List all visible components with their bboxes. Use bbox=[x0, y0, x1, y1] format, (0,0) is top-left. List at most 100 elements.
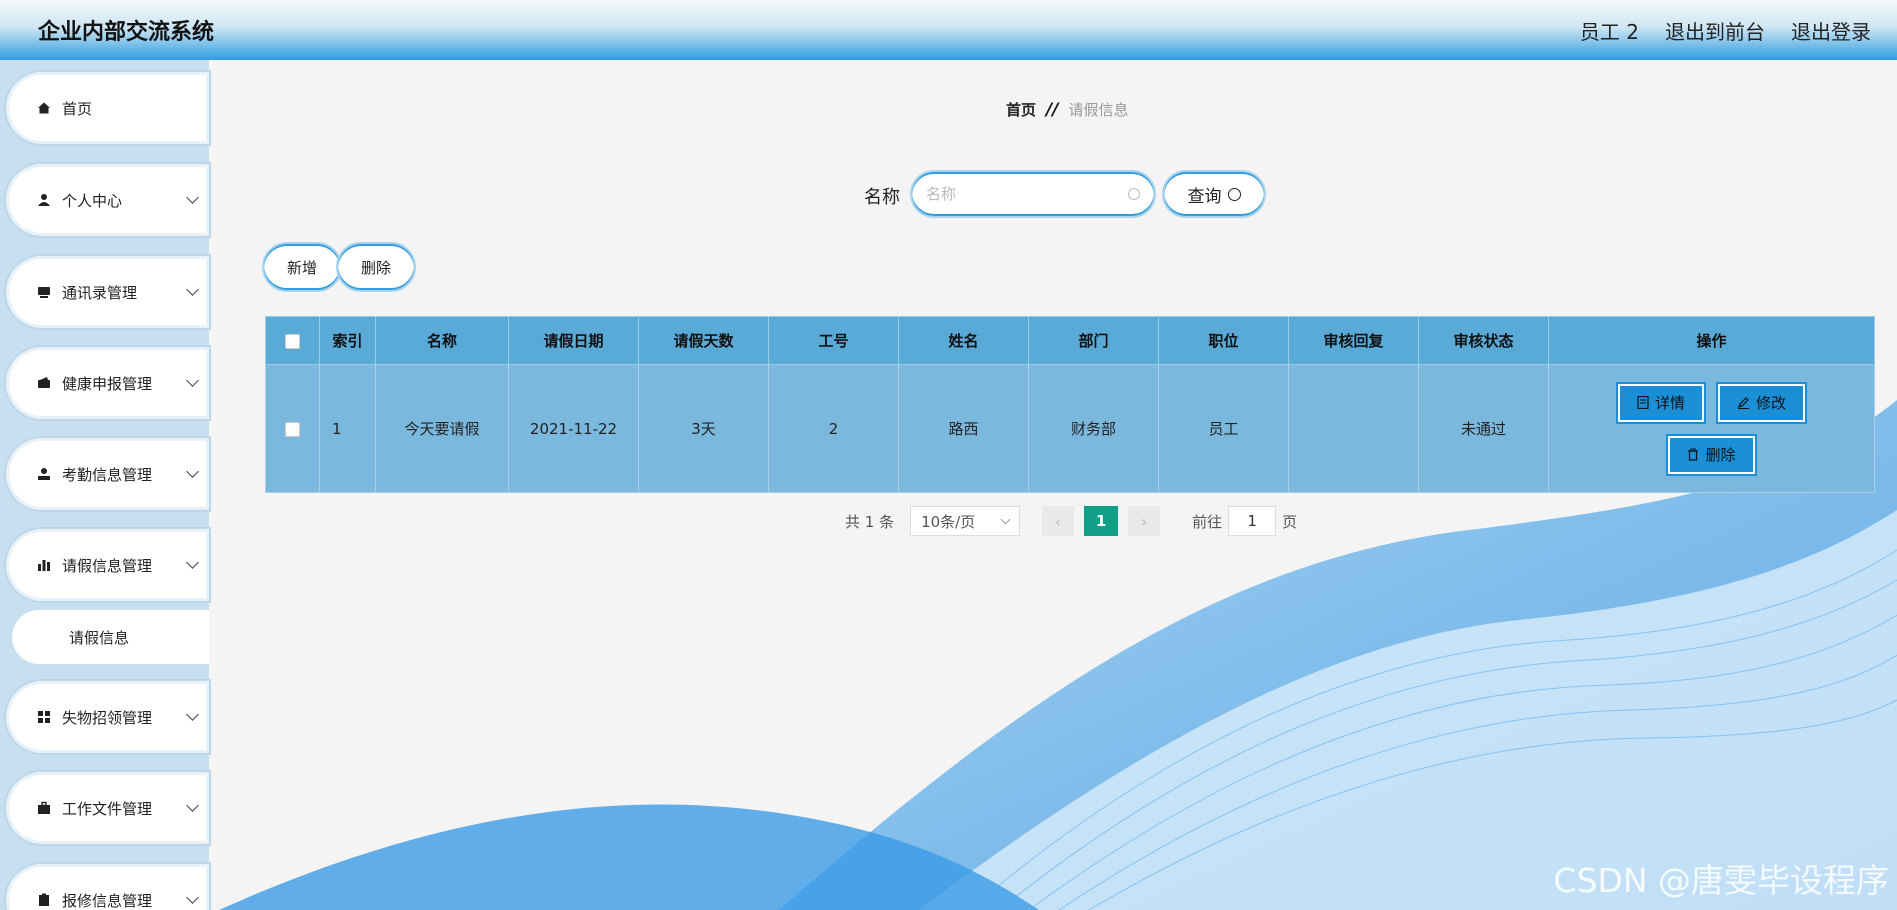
detail-button-label: 详情 bbox=[1654, 394, 1685, 412]
sidebar-item-attendance[interactable]: 考勤信息管理 bbox=[6, 438, 209, 510]
search-icon bbox=[1227, 187, 1241, 201]
sidebar-item-lost-found[interactable]: 失物招领管理 bbox=[6, 681, 209, 753]
sidebar-item-work-files[interactable]: 工作文件管理 bbox=[6, 772, 209, 844]
breadcrumb-home[interactable]: 首页 bbox=[1006, 99, 1036, 120]
trash-icon bbox=[1688, 448, 1699, 461]
table-header-row: 索引 名称 请假日期 请假天数 工号 姓名 部门 职位 审核回复 审核状态 操作 bbox=[265, 316, 1875, 365]
detail-button[interactable]: 详情 bbox=[1615, 381, 1707, 424]
select-all-checkbox[interactable] bbox=[285, 333, 300, 349]
page-size-select[interactable]: 10条/页 bbox=[910, 506, 1021, 536]
search-input[interactable] bbox=[926, 185, 1128, 203]
row-select-cell bbox=[265, 364, 320, 493]
clipboard-icon bbox=[36, 892, 52, 908]
briefcase-icon bbox=[36, 800, 52, 816]
goto-page-input[interactable]: 1 bbox=[1228, 506, 1277, 536]
user-icon bbox=[36, 192, 52, 208]
cell-emp-no: 2 bbox=[768, 364, 899, 493]
cell-dept: 财务部 bbox=[1028, 364, 1159, 493]
cell-index: 1 bbox=[319, 364, 376, 493]
add-button[interactable]: 新增 bbox=[264, 244, 340, 290]
current-user[interactable]: 员工 2 bbox=[1580, 16, 1639, 45]
operation-buttons: 详情 修改 删除 bbox=[1549, 381, 1874, 476]
sidebar-item-leave[interactable]: 请假信息管理 bbox=[6, 529, 209, 601]
sidebar-item-label: 通讯录管理 bbox=[62, 283, 138, 302]
exit-to-front-link[interactable]: 退出到前台 bbox=[1665, 16, 1765, 45]
query-button-label: 查询 bbox=[1187, 186, 1222, 207]
grid-icon bbox=[36, 709, 52, 725]
row-delete-button-label: 删除 bbox=[1705, 446, 1736, 464]
select-all-cell bbox=[265, 316, 320, 365]
column-header: 请假天数 bbox=[638, 316, 769, 365]
sidebar-subitem-leave-info[interactable]: 请假信息 bbox=[12, 610, 209, 664]
sidebar-item-repair[interactable]: 报修信息管理 bbox=[6, 864, 209, 910]
app-title: 企业内部交流系统 bbox=[38, 20, 215, 45]
goto-label: 前往 bbox=[1192, 512, 1223, 531]
cell-date: 2021-11-22 bbox=[508, 364, 639, 493]
sidebar-item-health[interactable]: 健康申报管理 bbox=[6, 347, 209, 419]
search-field bbox=[912, 172, 1154, 216]
document-icon bbox=[1637, 396, 1649, 409]
sidebar-item-label: 请假信息管理 bbox=[62, 556, 153, 575]
sidebar-item-home[interactable]: 首页 bbox=[6, 72, 209, 144]
chevron-down-icon bbox=[186, 465, 199, 478]
query-button[interactable]: 查询 bbox=[1164, 172, 1264, 216]
sidebar-item-personal-center[interactable]: 个人中心 bbox=[6, 164, 209, 236]
sidebar-item-contacts[interactable]: 通讯录管理 bbox=[6, 256, 209, 328]
person-icon bbox=[36, 466, 52, 482]
column-header: 审核回复 bbox=[1288, 316, 1419, 365]
bar-chart-icon bbox=[36, 557, 52, 573]
edit-button[interactable]: 修改 bbox=[1715, 381, 1808, 424]
operation-row: 详情 修改 bbox=[1615, 381, 1808, 424]
sidebar-item-label: 考勤信息管理 bbox=[62, 465, 153, 484]
bulk-delete-button[interactable]: 删除 bbox=[338, 244, 414, 290]
cell-person: 路西 bbox=[898, 364, 1029, 493]
chevron-down-icon bbox=[186, 891, 199, 904]
column-header: 工号 bbox=[768, 316, 899, 365]
row-delete-button[interactable]: 删除 bbox=[1666, 433, 1757, 476]
prev-page-button[interactable]: ‹ bbox=[1042, 506, 1075, 536]
column-header: 部门 bbox=[1028, 316, 1159, 365]
cell-reply bbox=[1288, 364, 1419, 493]
chevron-down-icon bbox=[186, 374, 199, 387]
column-header: 请假日期 bbox=[508, 316, 639, 365]
row-checkbox[interactable] bbox=[285, 421, 300, 437]
sidebar-item-label: 失物招领管理 bbox=[62, 708, 153, 727]
chevron-down-icon bbox=[186, 708, 199, 721]
column-header: 审核状态 bbox=[1418, 316, 1549, 365]
cell-name: 今天要请假 bbox=[375, 364, 509, 493]
table-row: 1 今天要请假 2021-11-22 3天 2 路西 财务部 员工 未通过 详情 bbox=[265, 364, 1875, 493]
edit-button-label: 修改 bbox=[1756, 394, 1787, 412]
sidebar-item-label: 健康申报管理 bbox=[62, 374, 153, 393]
sidebar-item-label: 报修信息管理 bbox=[62, 891, 153, 910]
watermark: CSDN @唐雯毕设程序 bbox=[1553, 861, 1889, 900]
column-header: 操作 bbox=[1548, 316, 1875, 365]
breadcrumb-current: 请假信息 bbox=[1068, 101, 1129, 119]
pagination: 共 1 条 10条/页 ‹ 1 › 前往 1 页 bbox=[845, 506, 1297, 536]
page-number-active[interactable]: 1 bbox=[1084, 506, 1119, 536]
breadcrumb: 首页 // 请假信息 bbox=[1006, 99, 1128, 120]
column-header: 姓名 bbox=[898, 316, 1029, 365]
page-size-value: 10条/页 bbox=[921, 512, 976, 531]
chevron-down-icon bbox=[186, 799, 199, 812]
chevron-down-icon bbox=[186, 556, 199, 569]
edit-icon bbox=[1738, 397, 1749, 409]
logout-link[interactable]: 退出登录 bbox=[1791, 16, 1871, 45]
cell-status: 未通过 bbox=[1418, 364, 1549, 493]
cell-operations: 详情 修改 删除 bbox=[1548, 364, 1875, 493]
column-header: 索引 bbox=[319, 316, 376, 365]
cell-days: 3天 bbox=[638, 364, 769, 493]
search-label: 名称 bbox=[864, 187, 900, 208]
cell-position: 员工 bbox=[1158, 364, 1289, 493]
sidebar-item-label: 首页 bbox=[62, 99, 93, 118]
chevron-down-icon bbox=[186, 191, 199, 204]
total-count: 共 1 条 bbox=[845, 512, 895, 531]
search-icon bbox=[1128, 188, 1140, 200]
sidebar-edge bbox=[209, 60, 219, 910]
sidebar-item-label: 工作文件管理 bbox=[62, 799, 153, 818]
home-icon bbox=[36, 100, 52, 116]
contacts-icon bbox=[36, 284, 52, 300]
next-page-button[interactable]: › bbox=[1128, 506, 1161, 536]
leave-table: 索引 名称 请假日期 请假天数 工号 姓名 部门 职位 审核回复 审核状态 操作… bbox=[265, 316, 1875, 493]
wallet-icon bbox=[36, 375, 52, 391]
breadcrumb-separator: // bbox=[1046, 99, 1059, 120]
